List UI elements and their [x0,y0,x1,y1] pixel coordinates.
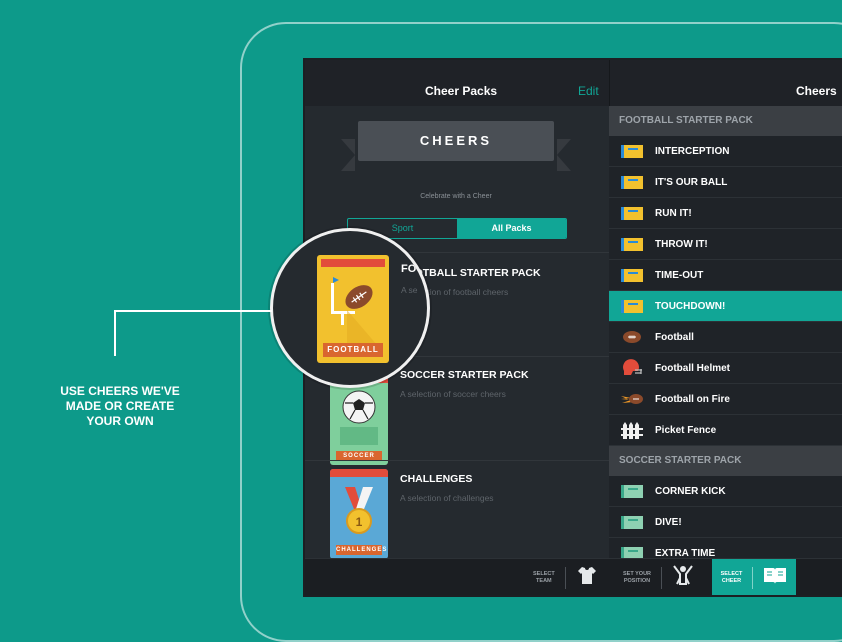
cheer-packs-title: Cheer Packs [425,84,498,98]
cheer-item-football[interactable]: Football [609,322,842,353]
banner-ribbon-left [341,139,355,171]
cheer-label: Football Helmet [655,362,731,374]
cheer-label: TIME-OUT [655,269,704,281]
cheer-item-dive[interactable]: DIVE! [609,507,842,538]
flag-icon [621,513,643,531]
callout-line [114,310,272,312]
flag-icon [621,204,643,222]
cheers-banner: CHEERS Celebrate with a Cheer [341,121,571,200]
cheer-label: INTERCEPTION [655,145,730,157]
cheer-label: THROW IT! [655,238,708,250]
segment-all-packs[interactable]: All Packs [457,219,566,238]
flag-icon [621,142,643,160]
cheer-label: Football on Fire [655,393,730,405]
flag-icon [621,266,643,284]
book-icon [763,565,787,590]
flag-icon [621,173,643,191]
challenges-pack-card: 1 CHALLENGES [330,469,388,559]
cheer-label: Football [655,331,694,343]
cheer-label: Picket Fence [655,424,717,436]
pack-row-challenges[interactable]: 1 CHALLENGES CHALLENGES A selection of c… [305,460,609,565]
cheer-label: EXTRA TIME [655,547,716,559]
section-header-soccer: SOCCER STARTER PACK [609,446,842,476]
cheer-label: CORNER KICK [655,485,726,497]
flag-icon [621,235,643,253]
magnifier-lens: FOOTBALL FO A se [270,228,430,388]
cheers-header: Cheers [609,60,842,106]
tab-label: SET YOUR POSITION [623,570,652,584]
flag-icon [621,482,643,500]
cheers-list-pane: FOOTBALL STARTER PACK INTERCEPTION IT'S … [609,106,842,569]
football-icon [621,328,643,346]
fire-football-icon [621,390,643,408]
callout-line [114,310,116,356]
tab-select-cheer[interactable]: SELECT CHEER [712,559,796,595]
tab-divider [564,566,566,589]
cheer-item-time-out[interactable]: TIME-OUT [609,260,842,291]
pack-description: A selection of challenges [400,493,494,503]
banner-ribbon-right [557,139,571,171]
tab-divider [661,566,663,589]
bottom-tab-bar: SELECT TEAM SET YOUR POSITION SELECT CHE… [305,558,842,595]
cheer-item-run-it[interactable]: RUN IT! [609,198,842,229]
pack-title: CHALLENGES [400,473,473,485]
pack-description: A selection of soccer cheers [400,389,506,399]
tab-label: SELECT CHEER [720,570,743,584]
callout-text: USE CHEERS WE'VE MADE OR CREATE YOUR OWN [60,384,180,428]
cheer-item-corner-kick[interactable]: CORNER KICK [609,476,842,507]
cheer-item-touchdown[interactable]: TOUCHDOWN! [609,291,842,322]
banner-title: CHEERS [358,121,554,161]
cheer-item-interception[interactable]: INTERCEPTION [609,136,842,167]
edit-button[interactable]: Edit [578,84,599,98]
card-label: FOOTBALL [323,343,383,357]
magnified-pack-description: A se [401,285,418,295]
tab-label: SELECT TEAM [533,570,555,584]
magnified-pack-title: FO [401,263,417,275]
cheerleader-icon [672,564,694,591]
cheer-item-its-our-ball[interactable]: IT'S OUR BALL [609,167,842,198]
shirt-icon [576,565,598,590]
cheer-label: TOUCHDOWN! [655,300,726,312]
cheers-title: Cheers [796,84,837,98]
cheer-label: DIVE! [655,516,682,528]
football-pack-card: FOOTBALL [317,255,389,363]
cheer-item-football-helmet[interactable]: Football Helmet [609,353,842,384]
cheer-item-throw-it[interactable]: THROW IT! [609,229,842,260]
tab-set-position[interactable]: SET YOUR POSITION [623,559,694,595]
tab-divider [752,566,754,589]
card-label: CHALLENGES [336,545,388,555]
cheer-label: RUN IT! [655,207,692,219]
pack-title: SOCCER STARTER PACK [400,369,529,381]
cheer-item-picket-fence[interactable]: Picket Fence [609,415,842,446]
helmet-icon [621,359,643,377]
soccer-pack-card: SOCCER [330,375,388,465]
cheer-label: IT'S OUR BALL [655,176,728,188]
banner-subtitle: Celebrate with a Cheer [420,193,492,200]
svg-text:1: 1 [356,515,363,529]
flag-icon [621,297,643,315]
fence-icon [621,421,643,439]
cheer-item-football-on-fire[interactable]: Football on Fire [609,384,842,415]
section-header-football: FOOTBALL STARTER PACK [609,106,842,136]
cheer-packs-header: Cheer Packs Edit [305,60,609,106]
tab-select-team[interactable]: SELECT TEAM [533,559,598,595]
